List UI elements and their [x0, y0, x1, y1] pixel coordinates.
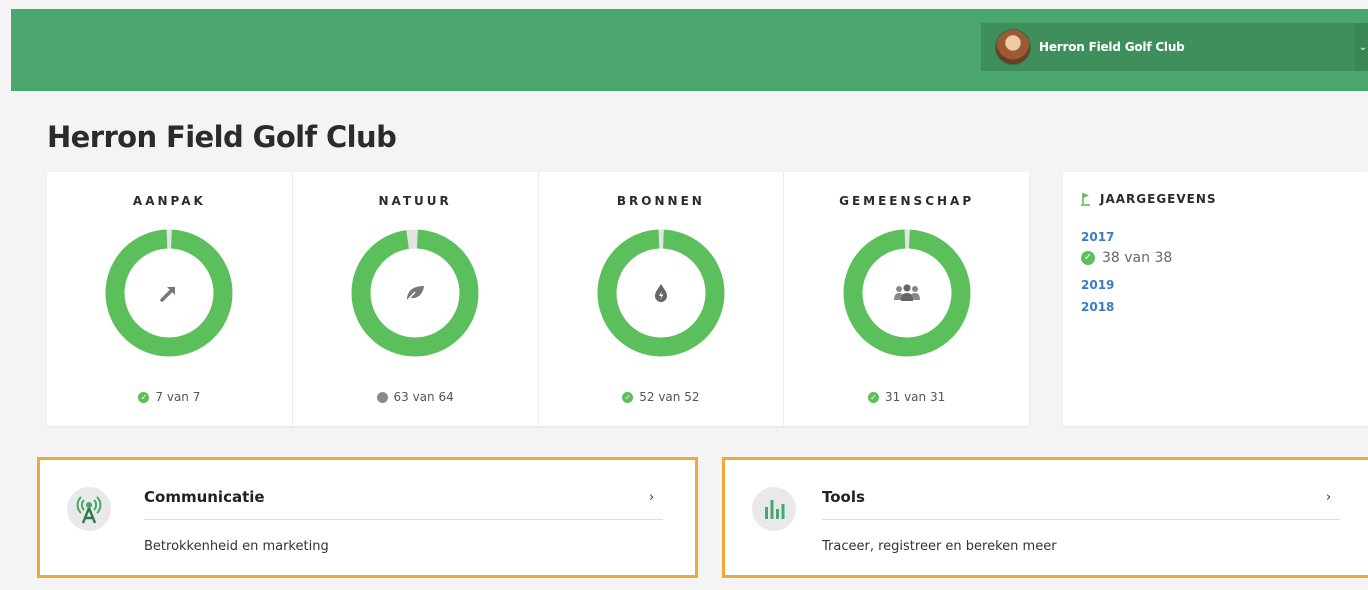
yearly-heading: JAARGEGEVENS [1081, 192, 1217, 206]
user-menu[interactable]: Herron Field Golf Club ⌄ [981, 23, 1368, 71]
stat-count-text: 52 van 52 [639, 390, 700, 404]
stat-bronnen[interactable]: BRONNEN ✓ 52 van 52 [539, 172, 785, 426]
people-icon [892, 278, 922, 308]
card-subtitle: Betrokkenheid en marketing [144, 539, 329, 554]
progress-ring [597, 229, 725, 357]
stat-count: ✓ 31 van 31 [784, 390, 1029, 404]
stat-gemeenschap[interactable]: GEMEENSCHAP ✓ 31 van 31 [784, 172, 1029, 426]
user-name: Herron Field Golf Club [1039, 40, 1185, 54]
year-status: ✓ 38 van 38 [1081, 250, 1172, 266]
category-stats: AANPAK ✓ 7 van 7 NATUUR 63 van 64 BRONNE… [47, 172, 1029, 426]
card-tools[interactable]: Tools › Traceer, registreer en bereken m… [722, 457, 1368, 578]
stat-title: AANPAK [132, 194, 206, 208]
card-subtitle: Traceer, registreer en bereken meer [822, 539, 1057, 554]
top-bar: Herron Field Golf Club ⌄ [11, 9, 1368, 91]
golf-flag-icon [1081, 193, 1090, 206]
stat-title: BRONNEN [616, 194, 705, 208]
card-title: Tools [822, 488, 865, 506]
check-icon: ✓ [868, 391, 879, 403]
year-link-2017[interactable]: 2017 [1081, 230, 1114, 244]
stat-title: GEMEENSCHAP [839, 194, 975, 208]
check-icon: ✓ [1081, 251, 1095, 265]
stat-count: ✓ 52 van 52 [539, 390, 784, 404]
divider [822, 519, 1340, 520]
user-avatar [995, 29, 1031, 65]
progress-ring [351, 229, 479, 357]
chevron-right-icon: › [649, 490, 655, 505]
broadcast-antenna-icon [67, 487, 111, 531]
stat-count: 63 van 64 [293, 390, 538, 404]
year-link-2018[interactable]: 2018 [1081, 300, 1114, 314]
chevron-down-icon[interactable]: ⌄ [1355, 23, 1368, 71]
stat-natuur[interactable]: NATUUR 63 van 64 [293, 172, 539, 426]
yearly-heading-text: JAARGEGEVENS [1100, 192, 1217, 206]
divider [144, 519, 663, 520]
bar-chart-icon [752, 487, 796, 531]
status-dot-icon [376, 391, 388, 403]
card-communicatie[interactable]: Communicatie › Betrokkenheid en marketin… [37, 457, 698, 578]
progress-ring [843, 229, 971, 357]
stat-aanpak[interactable]: AANPAK ✓ 7 van 7 [47, 172, 293, 426]
progress-ring [105, 229, 233, 357]
yearly-data-panel: JAARGEGEVENS 2017 ✓ 38 van 38 2019 2018 [1063, 172, 1368, 426]
stat-count-text: 7 van 7 [155, 390, 201, 404]
leaf-icon [400, 278, 430, 308]
check-icon: ✓ [622, 391, 634, 403]
check-icon: ✓ [138, 391, 150, 403]
year-link-2019[interactable]: 2019 [1081, 278, 1114, 292]
stat-count: ✓ 7 van 7 [47, 390, 292, 404]
stat-count-text: 31 van 31 [885, 390, 946, 404]
chevron-right-icon: › [1326, 490, 1332, 505]
page-title: Herron Field Golf Club [47, 120, 397, 154]
arrow-up-right-icon [154, 278, 184, 308]
card-title: Communicatie [144, 488, 265, 506]
water-drop-icon [646, 278, 676, 308]
stat-count-text: 63 van 64 [393, 390, 454, 404]
year-status-text: 38 van 38 [1102, 250, 1173, 266]
stat-title: NATUUR [378, 194, 452, 208]
